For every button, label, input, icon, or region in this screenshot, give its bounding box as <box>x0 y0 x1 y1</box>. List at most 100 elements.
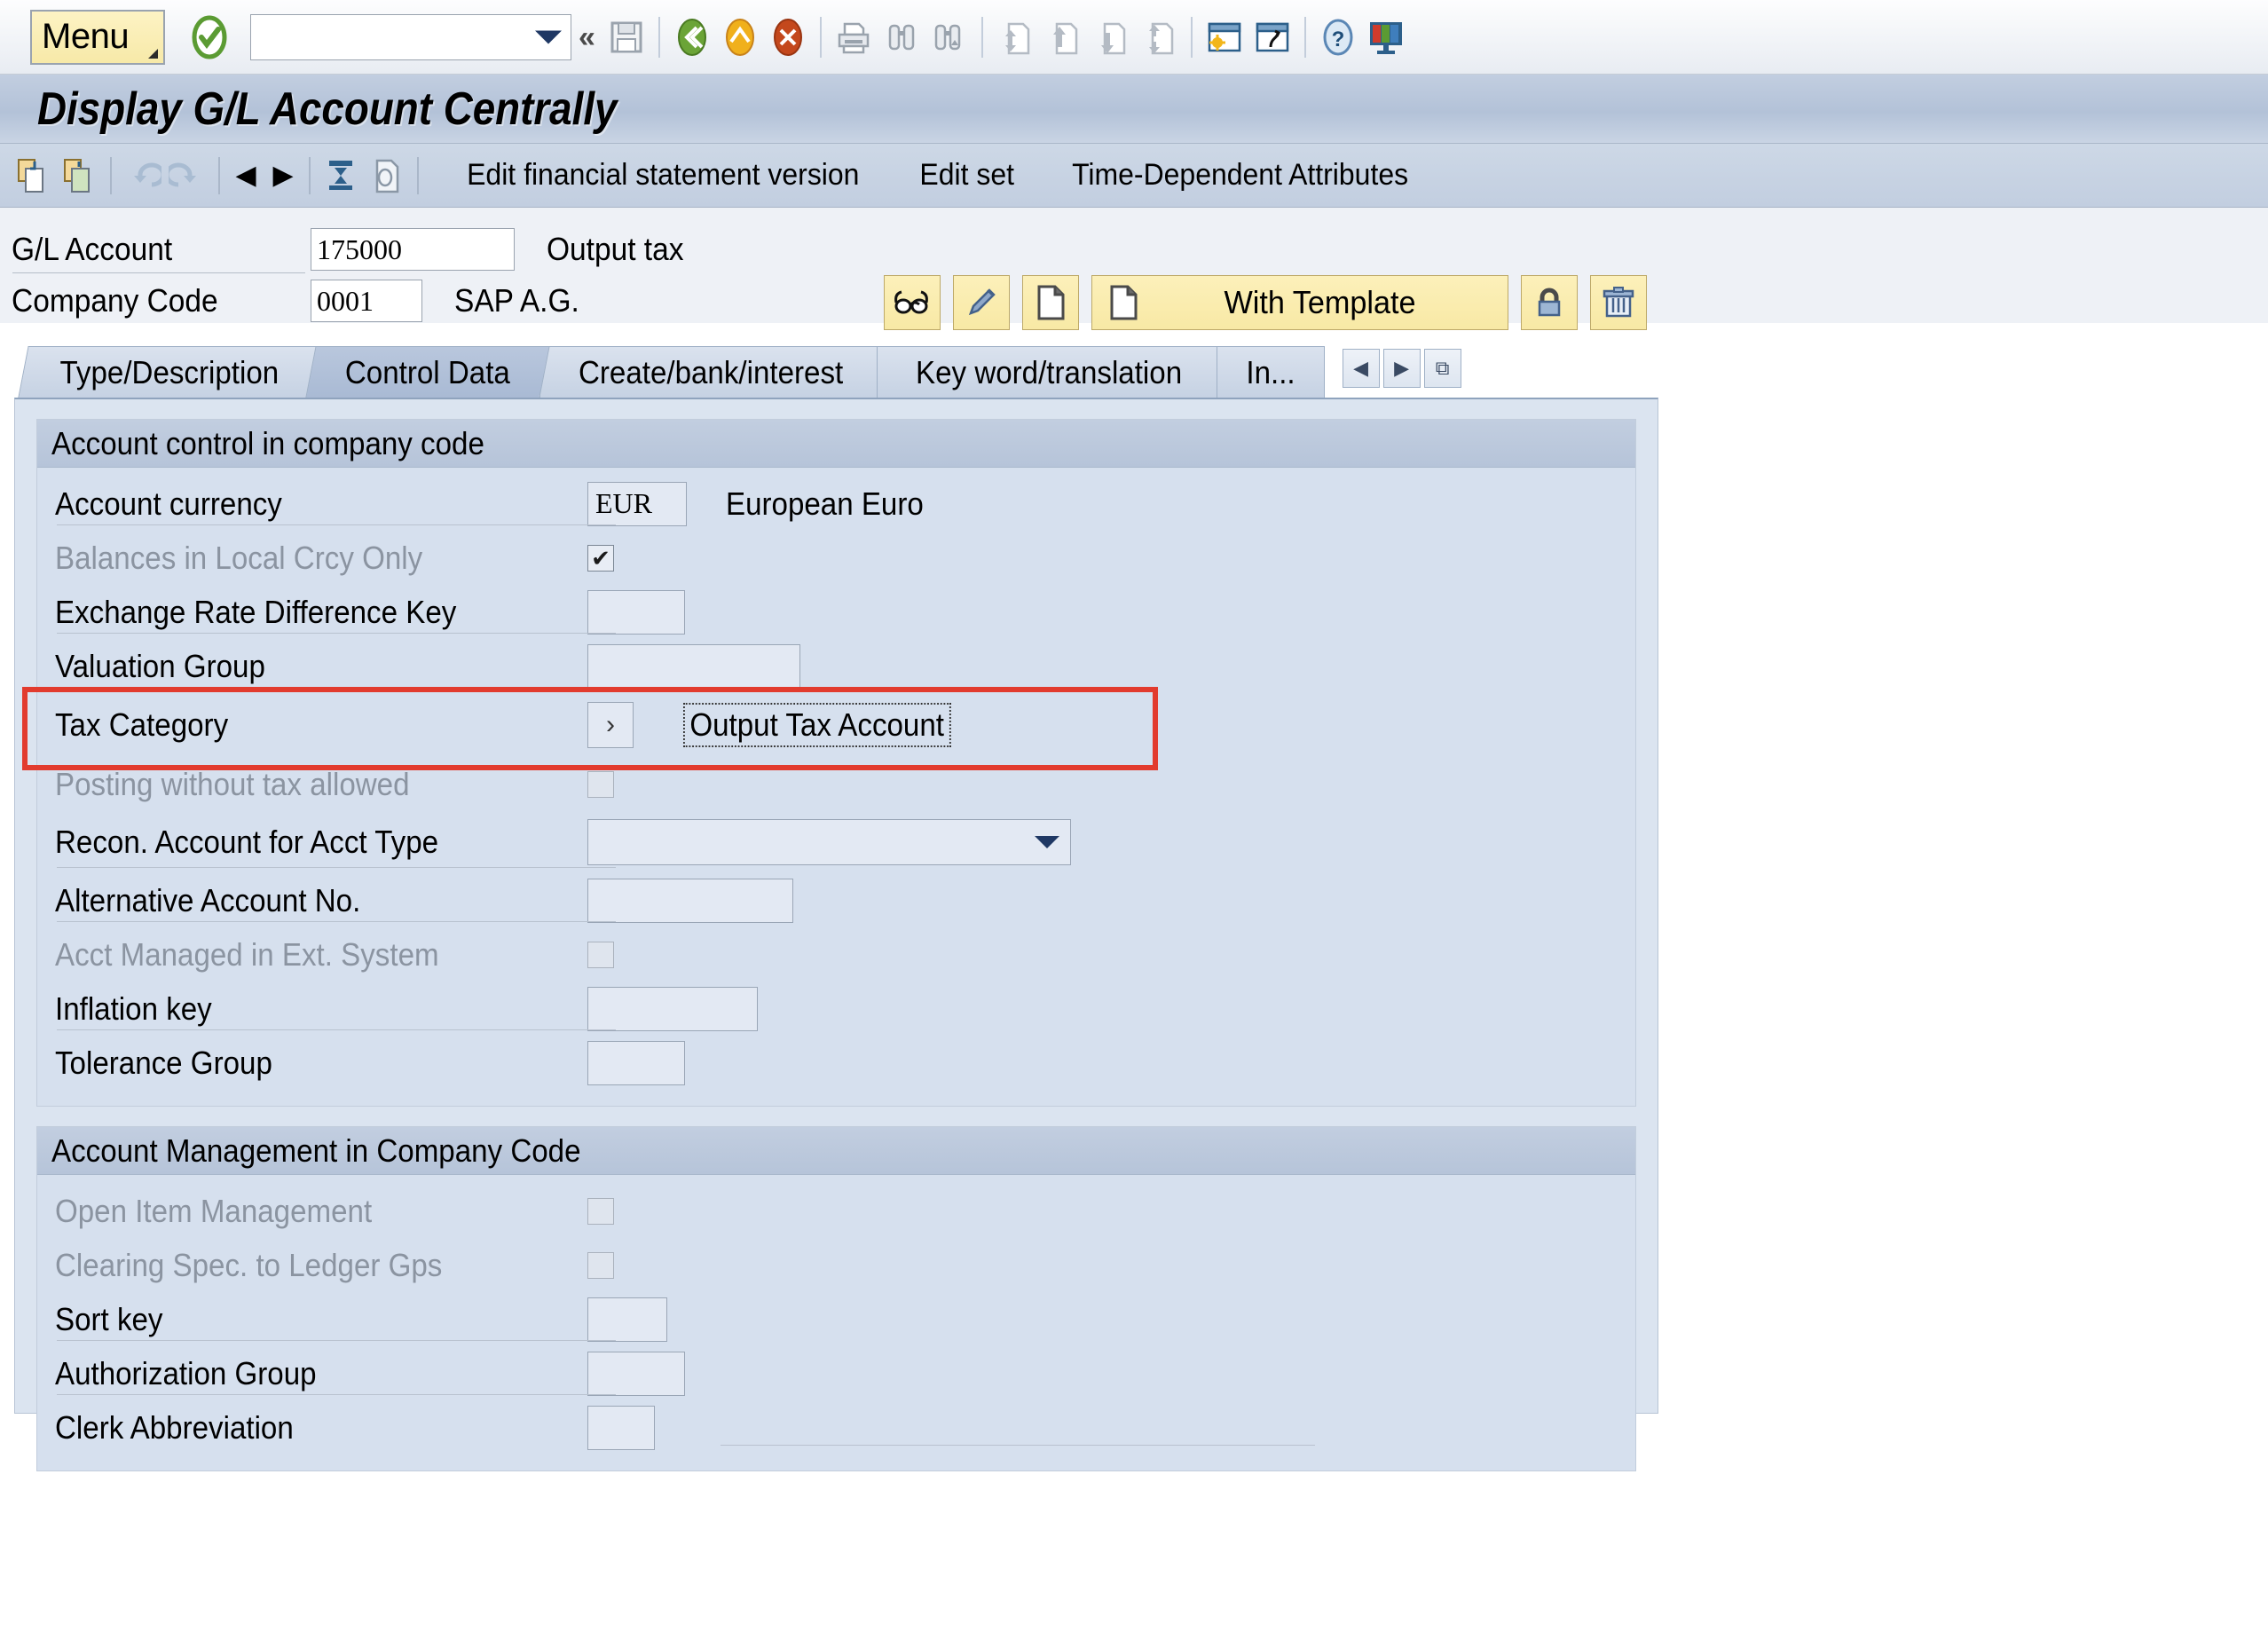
group-header: Account Management in Company Code <box>37 1127 1635 1175</box>
company-code-label: Company Code <box>12 282 218 319</box>
row-authorization-group: Authorization Group <box>37 1346 1635 1400</box>
exchange-rate-diff-key-input[interactable] <box>587 589 685 635</box>
group-header: Account control in company code <box>37 420 1635 468</box>
with-template-button[interactable]: With Template <box>1091 275 1508 330</box>
account-action-buttons: With Template <box>884 275 1647 330</box>
next-page-icon[interactable] <box>1089 13 1133 61</box>
menu-time-dependent-attributes[interactable]: Time-Dependent Attributes <box>1057 158 1423 193</box>
gl-account-description: Output tax <box>547 231 684 267</box>
valuation-group-input[interactable] <box>587 643 800 689</box>
field-underline <box>57 1340 616 1341</box>
tab-label: Type/Description <box>59 353 280 390</box>
company-code-input[interactable]: 0001 <box>311 280 422 322</box>
row-open-item-management: Open Item Management <box>37 1184 1635 1238</box>
tax-category-value[interactable]: Output Tax Account <box>683 703 951 747</box>
tab-information[interactable]: In... <box>1216 346 1325 398</box>
open-item-management-label: Open Item Management <box>55 1192 373 1229</box>
tab-scroll-left-button[interactable]: ◀ <box>1342 349 1380 388</box>
copy-icon[interactable] <box>11 151 57 201</box>
page-icon <box>1110 285 1138 320</box>
tolerance-group-input[interactable] <box>587 1040 685 1085</box>
acct-managed-ext-system-checkbox <box>587 941 614 968</box>
lock-icon <box>1538 288 1561 317</box>
first-page-icon[interactable] <box>993 13 1037 61</box>
tab-scroll-right-button[interactable]: ▶ <box>1382 349 1421 388</box>
balances-local-crcy-checkbox: ✔ <box>587 544 614 572</box>
recon-account-type-combobox[interactable] <box>587 819 1071 865</box>
recon-account-type-label: Recon. Account for Acct Type <box>55 824 439 860</box>
group-body: Open Item Management Clearing Spec. to L… <box>37 1175 1635 1470</box>
sort-key-input[interactable] <box>587 1297 667 1342</box>
menu-button-label: Menu <box>42 17 130 56</box>
field-underline <box>57 524 616 525</box>
tax-category-label: Tax Category <box>55 706 229 743</box>
toolbar-divider <box>819 16 822 58</box>
row-posting-without-tax: Posting without tax allowed <box>37 757 1635 811</box>
delete-button[interactable] <box>1590 275 1647 330</box>
back-icon[interactable] <box>670 13 714 61</box>
field-underline <box>57 1394 616 1395</box>
company-code-description: SAP A.G. <box>454 282 579 319</box>
exchange-rate-diff-key-label: Exchange Rate Difference Key <box>55 593 457 630</box>
control-data-panel: Account control in company code Account … <box>14 398 1658 1471</box>
print-icon[interactable] <box>831 13 876 61</box>
menu-edit-financial-statement-version[interactable]: Edit financial statement version <box>452 158 874 193</box>
inflation-key-input[interactable] <box>587 986 758 1031</box>
previous-page-icon[interactable] <box>1041 13 1085 61</box>
system-toolbar: Menu « ? <box>0 0 2268 75</box>
exit-icon[interactable] <box>718 13 762 61</box>
tab-create-bank-interest[interactable]: Create/bank/interest <box>539 346 883 398</box>
field-underline <box>57 867 616 868</box>
row-valuation-group: Valuation Group <box>37 639 1635 693</box>
clerk-abbreviation-input[interactable] <box>587 1405 655 1450</box>
tab-control-data[interactable]: Control Data <box>305 346 550 398</box>
clearing-spec-ledger-gps-checkbox <box>587 1251 614 1279</box>
change-pencil-button[interactable] <box>953 275 1010 330</box>
tax-category-selector-button[interactable]: › <box>587 702 634 748</box>
create-shortcut-icon[interactable] <box>1250 13 1295 61</box>
tolerance-group-label: Tolerance Group <box>55 1044 272 1081</box>
document-icon[interactable] <box>364 151 410 201</box>
enter-check-icon[interactable] <box>185 12 234 62</box>
toolbar-divider <box>980 16 983 58</box>
collapse-left-icon[interactable]: « <box>579 22 595 52</box>
tab-type-description[interactable]: Type/Description <box>18 346 321 398</box>
block-button[interactable] <box>1521 275 1578 330</box>
sort-key-label: Sort key <box>55 1300 163 1337</box>
tab-label: Control Data <box>345 353 511 390</box>
tab-key-word-translation[interactable]: Key word/translation <box>877 346 1222 398</box>
previous-account-icon[interactable]: ◀ <box>227 151 264 201</box>
open-item-management-checkbox <box>587 1197 614 1225</box>
page-icon <box>1037 285 1065 320</box>
last-page-icon[interactable] <box>1137 13 1181 61</box>
tab-label: In... <box>1245 353 1295 390</box>
authorization-group-input[interactable] <box>587 1351 685 1396</box>
authorization-group-label: Authorization Group <box>55 1354 317 1392</box>
display-glasses-button[interactable] <box>884 275 941 330</box>
command-input[interactable] <box>251 14 571 59</box>
paste-icon[interactable] <box>57 151 103 201</box>
cancel-icon[interactable] <box>766 13 810 61</box>
find-next-icon[interactable] <box>927 13 972 61</box>
row-recon-account-type: Recon. Account for Acct Type <box>37 811 1635 873</box>
tab-list-button[interactable]: ⧉ <box>1423 349 1461 388</box>
account-currency-input[interactable]: EUR <box>587 481 687 526</box>
command-field[interactable] <box>250 13 571 60</box>
row-acct-managed-ext-system: Acct Managed in Ext. System <box>37 927 1635 982</box>
display-change-icon[interactable] <box>318 151 364 201</box>
field-underline <box>57 1029 616 1030</box>
alternative-account-no-input[interactable] <box>587 878 793 923</box>
menu-button[interactable]: Menu <box>30 9 165 65</box>
customize-layout-icon[interactable] <box>1364 13 1408 61</box>
menu-edit-set[interactable]: Edit set <box>904 158 1028 193</box>
find-icon[interactable] <box>879 13 924 61</box>
create-button[interactable] <box>1022 275 1079 330</box>
save-icon[interactable] <box>604 13 649 61</box>
gl-account-input[interactable]: 175000 <box>311 228 515 271</box>
next-account-icon[interactable]: ▶ <box>264 151 302 201</box>
help-icon[interactable]: ? <box>1316 13 1360 61</box>
command-dropdown-arrow-icon[interactable] <box>535 30 562 43</box>
glasses-icon <box>894 290 928 314</box>
toolbar-divider <box>658 16 660 58</box>
create-session-icon[interactable] <box>1202 13 1247 61</box>
